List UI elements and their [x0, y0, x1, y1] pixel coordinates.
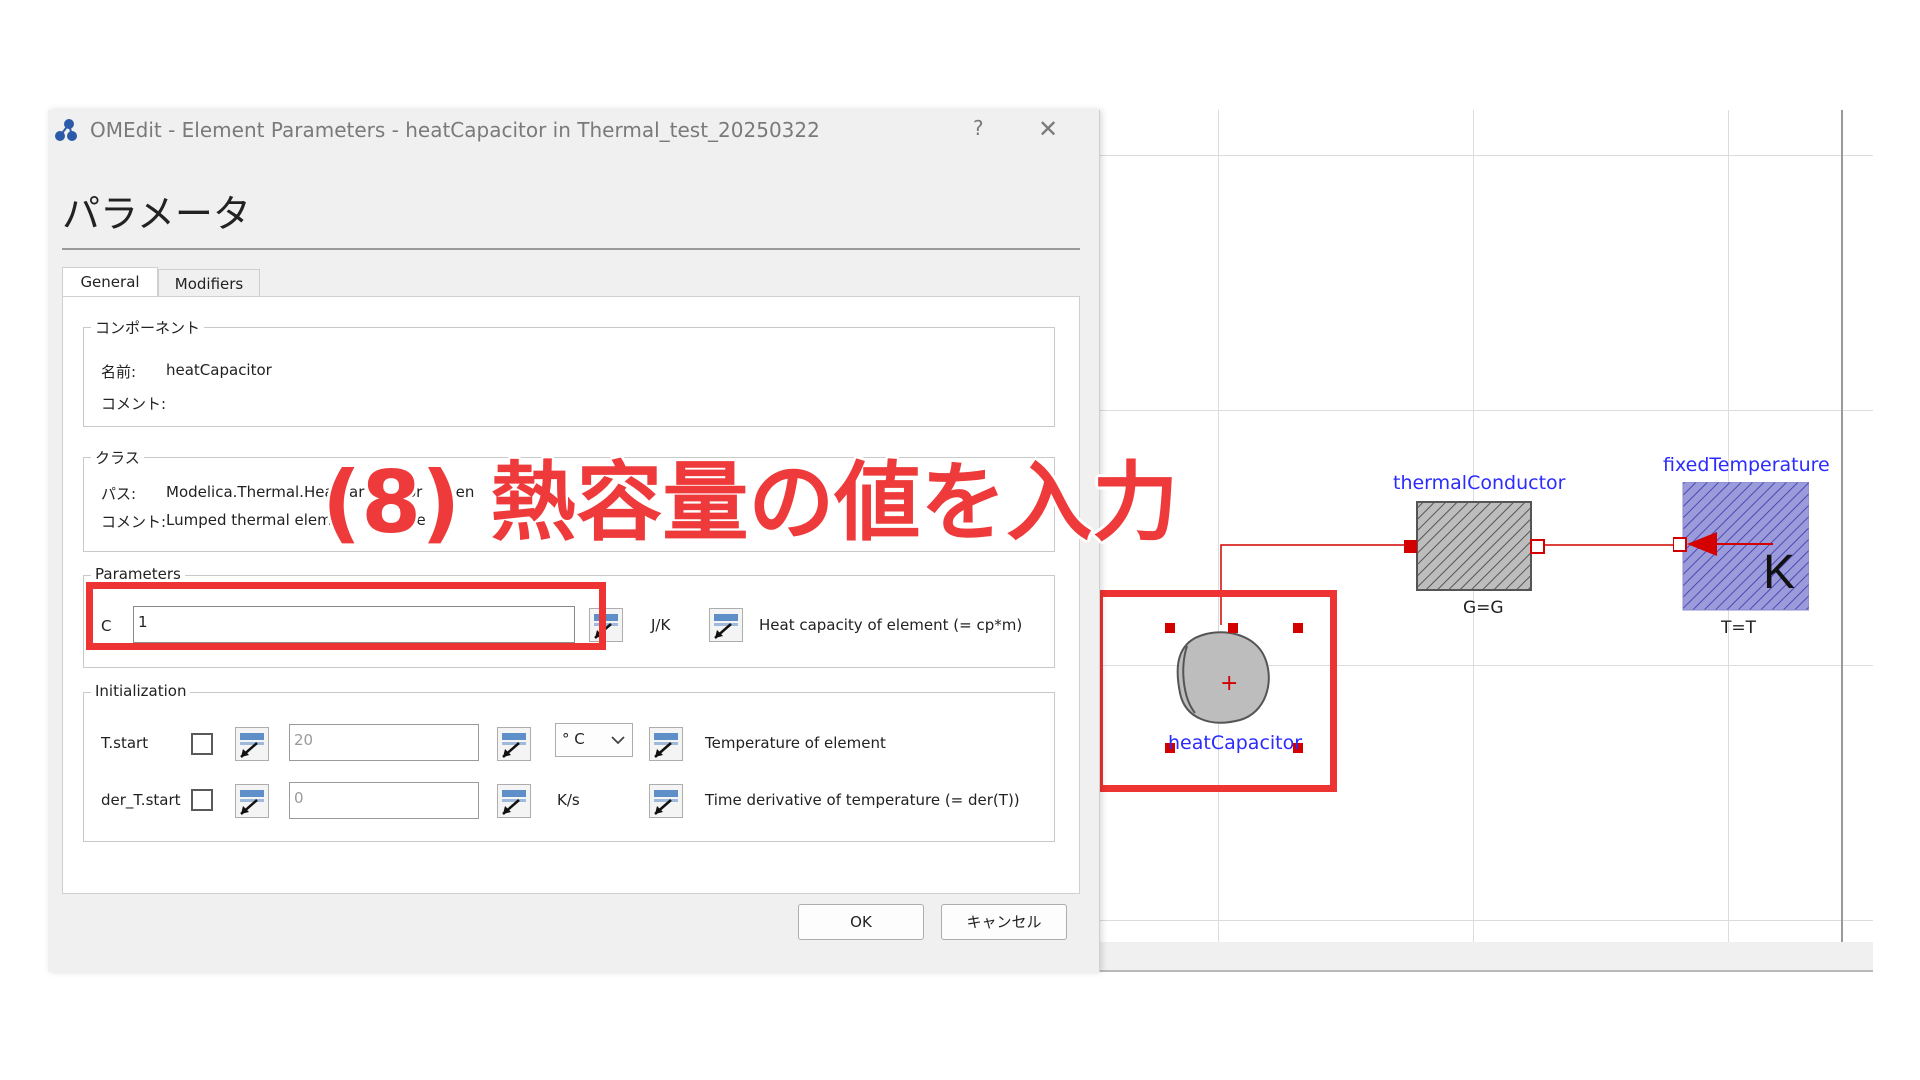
c-description: Heat capacity of element (= cp*m) — [759, 616, 1023, 634]
fixed-temperature-label: fixedTemperature — [1663, 454, 1830, 476]
der-t-start-details-button[interactable] — [497, 784, 531, 818]
der-t-start-fixed-checkbox[interactable] — [191, 789, 213, 811]
c-field-highlight — [86, 582, 606, 650]
step-annotation: (8) 熱容量の値を入力 — [322, 453, 1179, 553]
t-start-info-button[interactable] — [649, 727, 683, 761]
der-t-start-unit: K/s — [557, 791, 580, 809]
window-title: OMEdit - Element Parameters - heatCapaci… — [90, 118, 820, 142]
cancel-button[interactable]: キャンセル — [941, 904, 1067, 940]
heat-capacitor-highlight — [1096, 590, 1337, 792]
initialization-section-title: Initialization — [91, 682, 191, 700]
fixed-temperature-param: T=T — [1721, 618, 1757, 638]
name-label: 名前: — [101, 363, 137, 381]
t-start-unit-select[interactable]: ° C — [555, 723, 633, 757]
show-c-details-button[interactable] — [709, 608, 743, 642]
chevron-down-icon — [611, 736, 625, 745]
c-unit: J/K — [651, 616, 671, 634]
class-comment-label: コメント: — [101, 513, 167, 531]
thermal-conductor-component[interactable] — [1404, 498, 1550, 594]
der-t-start-edit-button[interactable] — [235, 784, 269, 818]
class-comment-value: Lumped thermal elem — [166, 511, 332, 529]
class-path-value: Modelica.Thermal.Heat — [166, 483, 340, 501]
der-t-start-description: Time derivative of temperature (= der(T)… — [705, 791, 1020, 809]
kelvin-symbol: K — [1763, 546, 1796, 599]
class-section-title: クラス — [91, 447, 144, 468]
close-button[interactable]: ✕ — [1038, 115, 1058, 143]
der-t-start-field[interactable]: 0 — [289, 782, 479, 819]
t-start-label: T.start — [101, 734, 149, 752]
t-start-unit-value: ° C — [562, 730, 585, 748]
ok-button[interactable]: OK — [798, 904, 924, 940]
parameters-section-title: Parameters — [91, 565, 185, 583]
name-value: heatCapacitor — [166, 361, 272, 379]
heading-divider — [62, 248, 1080, 250]
initialization-section — [83, 692, 1055, 842]
tab-general[interactable]: General — [62, 267, 158, 297]
t-start-details-button[interactable] — [497, 727, 531, 761]
der-t-start-label: der_T.start — [101, 791, 181, 809]
thermal-conductor-label: thermalConductor — [1393, 472, 1566, 494]
t-start-description: Temperature of element — [705, 734, 886, 752]
class-path-label: パス: — [101, 485, 137, 503]
component-comment-label: コメント: — [101, 395, 167, 413]
dialog-heading: パラメータ — [62, 192, 251, 236]
der-t-start-info-button[interactable] — [649, 784, 683, 818]
t-start-fixed-checkbox[interactable] — [191, 733, 213, 755]
component-section-title: コンポーネント — [91, 317, 205, 338]
t-start-edit-button[interactable] — [235, 727, 269, 761]
thermal-conductor-param: G=G — [1463, 598, 1504, 618]
tab-modifiers[interactable]: Modifiers — [158, 269, 260, 299]
help-button[interactable]: ? — [973, 116, 984, 140]
t-start-field[interactable]: 20 — [289, 724, 479, 761]
omedit-app-icon — [55, 119, 77, 141]
